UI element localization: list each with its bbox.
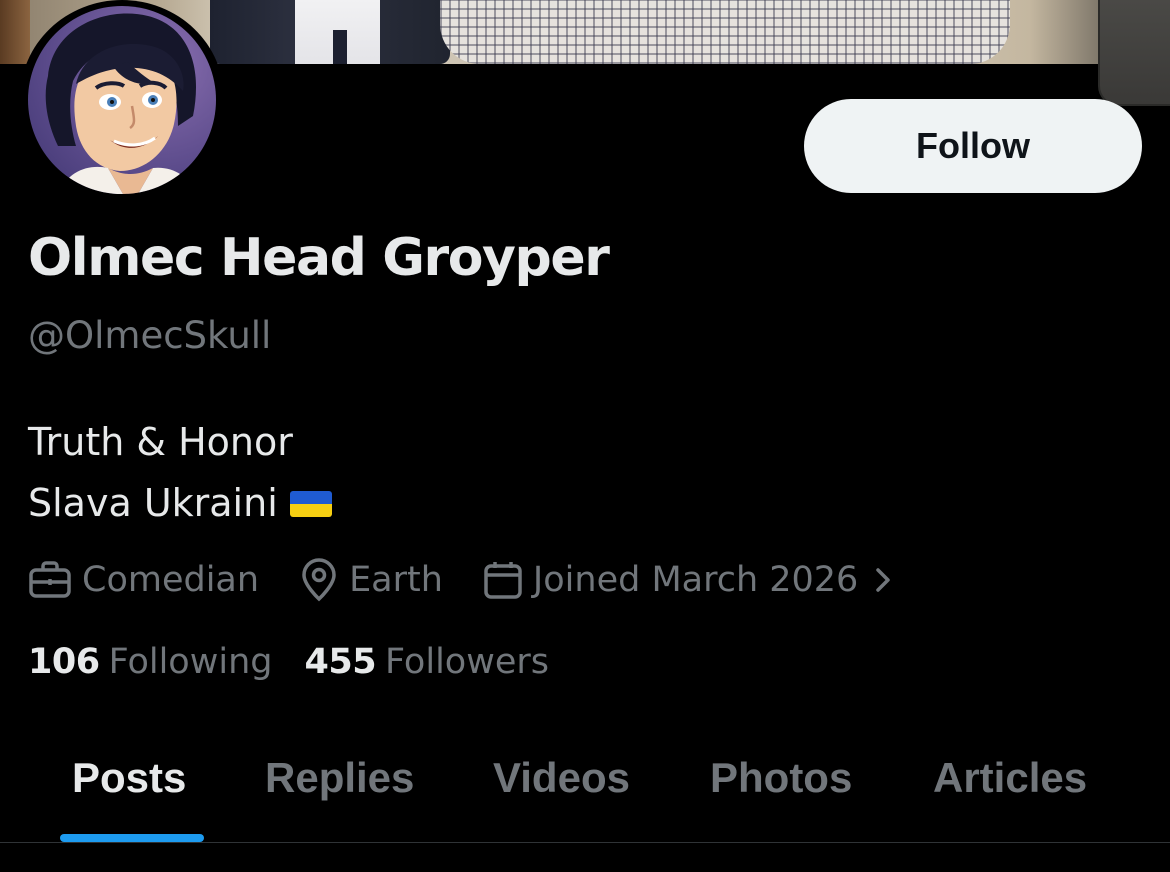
profession-label: Comedian [82, 560, 260, 600]
profile-stats: 106 Following 455 Followers [28, 642, 549, 682]
following-label: Following [108, 642, 273, 682]
following-stat[interactable]: 106 Following [28, 642, 272, 682]
bio-line: Truth & Honor [28, 420, 293, 464]
briefcase-icon [29, 561, 71, 598]
banner-figure-plaid-shirt [440, 0, 1010, 64]
location-label: Earth [349, 560, 443, 600]
followers-stat[interactable]: 455 Followers [304, 642, 549, 682]
joined-label: Joined March 2026 [532, 560, 859, 600]
banner-background [0, 0, 30, 64]
banner-figure-tie [333, 30, 347, 64]
location-pin-icon [302, 558, 336, 602]
chevron-right-icon [876, 568, 891, 592]
avatar-image [28, 6, 216, 194]
user-handle: @OlmecSkull [28, 314, 272, 357]
tab-photos[interactable]: Photos [710, 754, 852, 802]
tab-articles[interactable]: Articles [933, 754, 1087, 802]
profile-avatar[interactable] [20, 0, 224, 196]
joined-item[interactable]: Joined March 2026 [483, 560, 896, 600]
tab-replies[interactable]: Replies [265, 754, 414, 802]
avatar-illustration [45, 13, 198, 194]
bio-line-text: Slava Ukraini [28, 481, 278, 525]
tabs-divider [0, 842, 1170, 843]
followers-count: 455 [304, 642, 377, 682]
follow-button[interactable]: Follow [804, 99, 1142, 193]
profession-item: Comedian [28, 560, 259, 600]
tab-videos[interactable]: Videos [493, 754, 630, 802]
tab-posts[interactable]: Posts [72, 754, 186, 802]
active-tab-indicator [60, 834, 204, 842]
profile-bio: Truth & Honor Slava Ukraini [28, 412, 332, 534]
profile-meta: Comedian Earth Joined March 2026 [28, 556, 896, 604]
followers-label: Followers [385, 642, 549, 682]
bio-line: Slava Ukraini [28, 473, 332, 534]
calendar-icon [484, 562, 522, 599]
following-count: 106 [28, 642, 100, 682]
profile-tabs: Posts Replies Videos Photos Articles [0, 738, 1170, 842]
location-item: Earth [299, 558, 443, 602]
header-overlay-button[interactable] [1098, 0, 1170, 106]
ukraine-flag-icon [289, 491, 332, 517]
display-name: Olmec Head Groyper [28, 228, 610, 288]
